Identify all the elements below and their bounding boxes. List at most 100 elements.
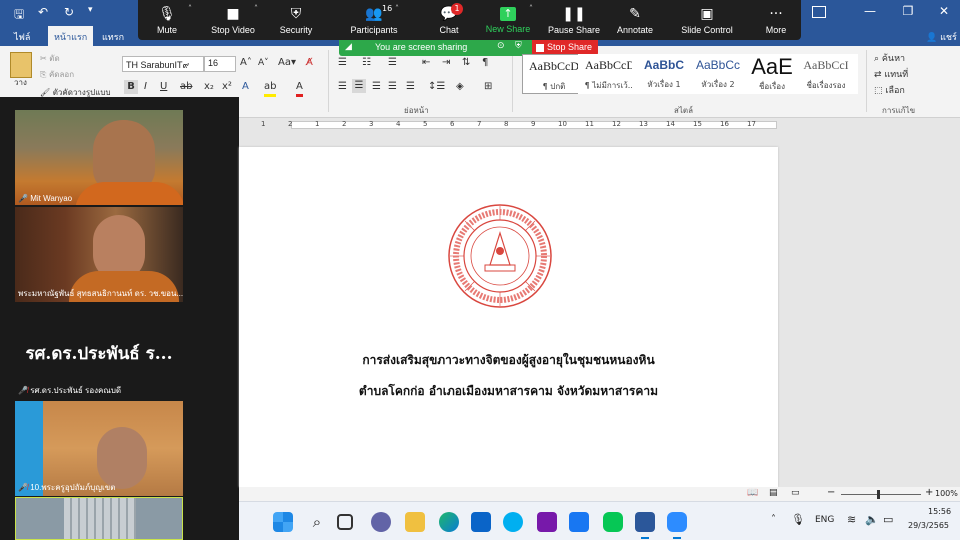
more-button[interactable]: ··· More <box>741 0 811 40</box>
text-effects-icon[interactable]: A <box>242 80 249 94</box>
word-icon[interactable] <box>635 512 655 532</box>
find-button[interactable]: ⌕ ค้นหา <box>874 52 905 66</box>
font-name-select[interactable]: TH SarabunIT๙ <box>122 56 204 72</box>
numbering-icon[interactable]: ☷ <box>362 56 371 70</box>
video-tile[interactable]: รศ.ดร.ประพันธ์ ร... 🎤̸ รศ.ดร.ประพันธ์ รอ… <box>15 304 183 399</box>
decrease-indent-icon[interactable]: ⇤ <box>422 56 430 70</box>
zoom-level[interactable]: 100% <box>935 489 958 498</box>
sort-icon[interactable]: ⇅ <box>462 56 470 70</box>
clock-date[interactable]: 29/3/2565 <box>908 521 949 530</box>
tab-file[interactable]: ไฟล์ <box>14 30 30 44</box>
chevron-up-icon[interactable]: ˄ <box>254 4 258 13</box>
security-button[interactable]: ⛨ Security <box>261 0 331 40</box>
change-case-icon[interactable]: Aa▾ <box>278 56 296 70</box>
line-spacing-icon[interactable]: ↕☰ <box>428 80 445 94</box>
justify-icon[interactable]: ☰ <box>388 80 397 94</box>
speaker-icon[interactable]: 🔈 <box>865 513 879 526</box>
pause-share-button[interactable]: ❚❚ Pause Share <box>539 0 609 40</box>
task-view-icon[interactable] <box>337 514 353 530</box>
file-explorer-icon[interactable] <box>405 512 425 532</box>
multilevel-icon[interactable]: ☰ <box>388 56 397 70</box>
minimize-icon[interactable]: — <box>860 4 880 18</box>
language-indicator[interactable]: ENG <box>815 515 834 525</box>
skype-icon[interactable] <box>503 512 523 532</box>
align-left-icon[interactable]: ☰ <box>338 80 347 94</box>
clear-format-icon[interactable]: A̸ <box>306 56 313 70</box>
mail-icon[interactable] <box>471 512 491 532</box>
tab-insert[interactable]: แทรก <box>102 30 124 44</box>
font-color-icon[interactable]: A <box>296 80 303 97</box>
subscript-icon[interactable]: x₂ <box>204 80 214 94</box>
horizontal-ruler[interactable]: 1 2 1 2 3 4 5 6 7 8 9 10 11 12 13 14 15 16 17 <box>239 118 960 132</box>
shrink-font-icon[interactable]: A˅ <box>258 56 269 70</box>
microphone-icon[interactable]: 🎙 <box>791 513 805 526</box>
onenote-icon[interactable] <box>537 512 557 532</box>
new-share-button[interactable]: ↑ New Share ˄ <box>473 0 543 40</box>
zoom-slider-thumb[interactable] <box>877 490 880 499</box>
chevron-up-icon[interactable]: ˄ <box>771 514 776 525</box>
line-icon[interactable] <box>603 512 623 532</box>
italic-icon[interactable]: I <box>144 80 147 94</box>
close-icon[interactable]: ✕ <box>934 4 954 18</box>
share-button[interactable]: 👤 แชร์ <box>926 30 957 44</box>
print-layout-icon[interactable]: ▤ <box>769 488 778 498</box>
increase-indent-icon[interactable]: ⇥ <box>442 56 450 70</box>
select-button[interactable]: ⬚ เลือก <box>874 84 905 98</box>
replace-button[interactable]: ⇄ แทนที่ <box>874 68 908 82</box>
copy-button[interactable]: ⎘ คัดลอก <box>40 68 74 82</box>
tab-home[interactable]: หน้าแรก <box>48 26 94 46</box>
stop-video-button[interactable]: ■ Stop Video ˄ <box>198 0 268 40</box>
underline-icon[interactable]: U <box>160 80 167 94</box>
document-page[interactable]: การส่งเสริมสุขภาวะทางจิตของผู้สูงอายุในช… <box>239 147 778 487</box>
zoom-in-icon[interactable]: + <box>925 487 933 498</box>
participants-button[interactable]: 👥 Participants ˄ 16 <box>339 0 409 40</box>
chevron-up-icon[interactable]: ˄ <box>529 4 533 13</box>
start-icon[interactable] <box>273 512 293 532</box>
align-center-icon[interactable]: ☰ <box>352 79 366 93</box>
bold-icon[interactable]: B <box>124 80 138 94</box>
mute-button[interactable]: 🎙 Mute ˄ <box>132 0 202 40</box>
zoom-app-icon[interactable] <box>667 512 687 532</box>
strikethrough-icon[interactable]: ab <box>180 80 192 94</box>
paste-icon[interactable] <box>10 52 32 78</box>
annotate-button[interactable]: ✎ Annotate <box>600 0 670 40</box>
video-tile[interactable] <box>15 497 183 540</box>
video-tile[interactable]: 🎤 Mit Wanyao <box>15 110 183 205</box>
teams-chat-icon[interactable] <box>371 512 391 532</box>
restore-icon[interactable]: ❐ <box>898 4 918 18</box>
ribbon-display-icon[interactable] <box>812 6 826 18</box>
style-gallery-item[interactable]: AaBbCcD ¶ ปกติ <box>522 54 586 94</box>
pause-circle-icon[interactable]: ⊙ <box>497 41 505 51</box>
slide-control-button[interactable]: ▣ Slide Control <box>672 0 742 40</box>
pilcrow-icon[interactable]: ¶ <box>482 56 488 70</box>
chevron-up-icon[interactable]: ˄ <box>188 4 192 13</box>
wifi-icon[interactable]: ≋ <box>847 513 856 526</box>
video-tile[interactable]: 🎤̸ 10.พระครูอุปถัมภ์บุญเขต <box>15 401 183 496</box>
battery-icon[interactable]: ▭ <box>883 513 893 526</box>
style-gallery-item[interactable]: AaBbCcI ชื่อเรื่องรอง <box>794 54 858 94</box>
video-tile[interactable]: พระมหาณัฐพันธ์ สุทธสนธิกานนท์ ดร. วช.ขอน… <box>15 207 183 302</box>
grow-font-icon[interactable]: A˄ <box>240 56 252 70</box>
distributed-icon[interactable]: ☰ <box>406 80 415 94</box>
font-size-select[interactable]: 16 <box>204 56 236 72</box>
search-icon[interactable]: ⌕ <box>307 512 327 532</box>
superscript-icon[interactable]: x² <box>222 80 232 94</box>
borders-icon[interactable]: ⊞ <box>484 80 492 94</box>
save-icon[interactable]: 🖫 <box>14 5 24 26</box>
clock-time[interactable]: 15:56 <box>928 507 951 516</box>
redo-icon[interactable]: ↻ <box>64 5 74 19</box>
cut-button[interactable]: ✂ ตัด <box>40 52 60 66</box>
undo-icon[interactable]: ↶ <box>38 5 48 19</box>
align-right-icon[interactable]: ☰ <box>372 80 381 94</box>
bullets-icon[interactable]: ☰ <box>338 56 347 70</box>
chevron-up-icon[interactable]: ˄ <box>395 4 399 13</box>
customize-icon[interactable]: ▾ <box>88 5 93 15</box>
web-layout-icon[interactable]: ▭ <box>791 488 800 498</box>
zoom-out-icon[interactable]: − <box>827 487 835 498</box>
read-mode-icon[interactable]: 📖 <box>747 488 758 498</box>
facebook-icon[interactable] <box>569 512 589 532</box>
shading-icon[interactable]: ◈ <box>456 80 464 94</box>
edge-icon[interactable] <box>439 512 459 532</box>
highlight-icon[interactable]: ab <box>264 80 277 97</box>
zoom-slider[interactable] <box>841 494 921 495</box>
